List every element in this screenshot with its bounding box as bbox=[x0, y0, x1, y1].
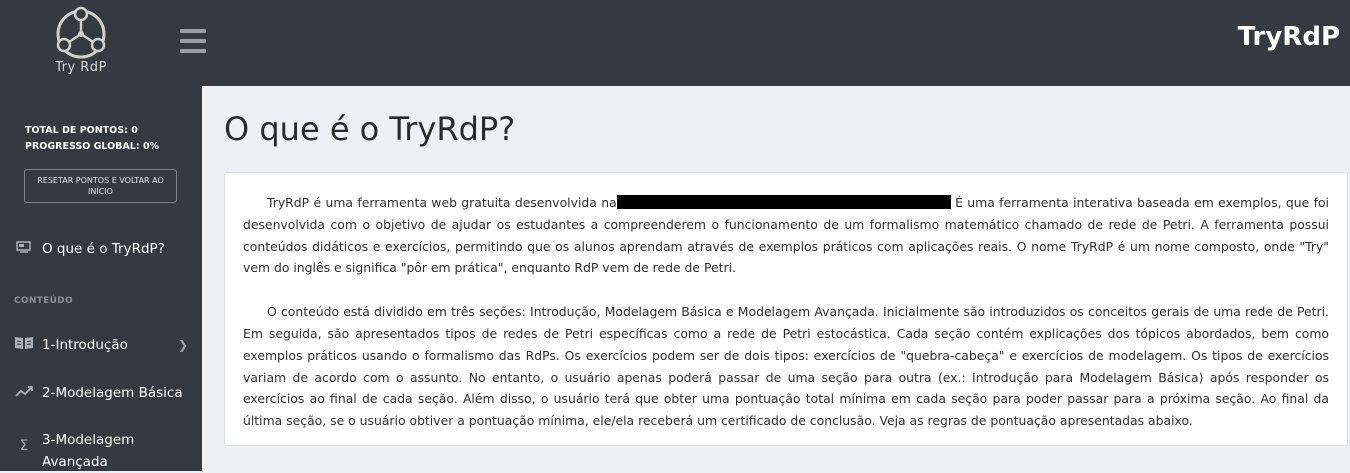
petri-net-logo-icon bbox=[56, 6, 106, 59]
sidebar-item-basic-modeling[interactable]: 2-Modelagem Básica bbox=[0, 382, 202, 404]
content-card: TryRdP é uma ferramenta web gratuita des… bbox=[224, 172, 1348, 446]
reset-points-button[interactable]: RESETAR PONTOS E VOLTAR AO INÍCIO bbox=[24, 169, 177, 203]
intro-paragraph: TryRdP é uma ferramenta web gratuita des… bbox=[243, 192, 1329, 279]
sidebar-item-label: 3-Modelagem Avançada bbox=[42, 432, 135, 470]
chevron-right-icon: ❯ bbox=[177, 338, 188, 352]
page-title: O que é o TryRdP? bbox=[224, 110, 516, 148]
top-header: Try RdP TryRdP bbox=[0, 0, 1350, 86]
app-title: TryRdP bbox=[1237, 22, 1340, 52]
content-paragraph: O conteúdo está dividido em três seções:… bbox=[243, 304, 1329, 429]
sidebar: TOTAL DE PONTOS: 0 PROGRESSO GLOBAL: 0% … bbox=[0, 86, 202, 471]
points-summary: TOTAL DE PONTOS: 0 PROGRESSO GLOBAL: 0% bbox=[25, 123, 159, 155]
sidebar-item-label: O que é o TryRdP? bbox=[42, 241, 165, 257]
book-icon bbox=[14, 336, 34, 354]
trend-icon bbox=[14, 385, 34, 401]
section-label-content: CONTEÚDO bbox=[14, 296, 73, 306]
paragraph-text: TryRdP é uma ferramenta web gratuita des… bbox=[267, 195, 617, 210]
sidebar-item-about[interactable]: O que é o TryRdP? bbox=[0, 238, 202, 260]
main-content: O que é o TryRdP? TryRdP é uma ferrament… bbox=[202, 86, 1350, 471]
sidebar-item-label: 1-Introdução bbox=[42, 337, 128, 353]
redacted-block bbox=[616, 195, 951, 209]
brand-logo[interactable]: Try RdP bbox=[0, 0, 162, 86]
sigma-icon: Σ bbox=[19, 438, 29, 454]
sidebar-item-label: 2-Modelagem Básica bbox=[42, 385, 183, 401]
total-points: TOTAL DE PONTOS: 0 bbox=[25, 125, 138, 136]
logo-text: Try RdP bbox=[55, 60, 107, 75]
sidebar-item-introduction[interactable]: 1-Introdução ❯ bbox=[0, 334, 202, 356]
presentation-icon bbox=[14, 240, 34, 258]
menu-toggle-icon[interactable] bbox=[180, 29, 206, 53]
sidebar-item-advanced-modeling[interactable]: Σ 3-Modelagem Avançada bbox=[0, 429, 202, 470]
global-progress: PROGRESSO GLOBAL: 0% bbox=[25, 141, 160, 152]
